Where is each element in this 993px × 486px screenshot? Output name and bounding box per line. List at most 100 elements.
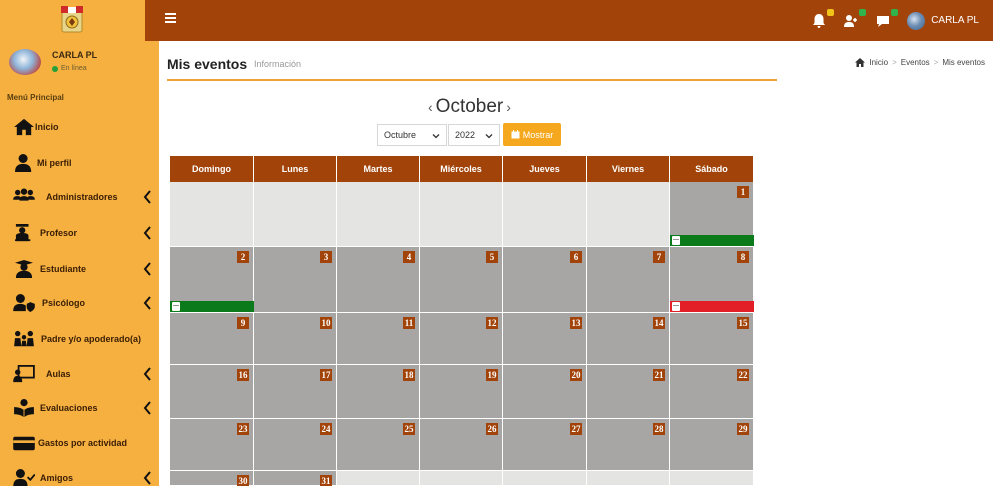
- day-number: 25: [403, 423, 415, 435]
- calendar-day-cell[interactable]: 24: [254, 419, 337, 471]
- sidebar-item-administradores[interactable]: Administradores: [0, 182, 159, 212]
- day-number: 26: [486, 423, 498, 435]
- show-button-label: Mostrar: [522, 129, 554, 140]
- day-number: 9: [237, 317, 249, 329]
- day-number: 7: [653, 251, 665, 263]
- calendar-day-cell[interactable]: 12: [420, 313, 503, 365]
- sidebar-item-amigos[interactable]: Amigos: [0, 463, 159, 486]
- menu-header: Menú Principal: [7, 93, 64, 102]
- calendar-day-cell[interactable]: 6: [503, 247, 587, 313]
- calendar-day-cell[interactable]: 18: [337, 365, 420, 419]
- calendar-event-icon: [672, 236, 680, 245]
- messages-badge: [891, 8, 899, 16]
- calendar-day-cell[interactable]: 4: [337, 247, 420, 313]
- weekday-header: Domingo: [170, 156, 254, 182]
- family-icon: [12, 329, 36, 349]
- month-select[interactable]: Octubre: [377, 124, 447, 146]
- day-number: 15: [737, 317, 749, 329]
- calendar-day-cell[interactable]: 15: [670, 313, 754, 365]
- calendar-day-cell[interactable]: 7: [587, 247, 670, 313]
- calendar-day-cell[interactable]: 8: [670, 247, 754, 313]
- event-bar[interactable]: [170, 301, 254, 312]
- prev-month-button[interactable]: ‹: [428, 99, 433, 115]
- day-number: 19: [486, 369, 498, 381]
- calendar-day-cell[interactable]: 26: [420, 419, 503, 471]
- next-month-button[interactable]: ›: [506, 99, 511, 115]
- sidebar-item-label: Evaluaciones: [40, 403, 98, 413]
- hamburger-menu-icon[interactable]: [165, 13, 176, 23]
- breadcrumb-inicio[interactable]: Inicio: [869, 58, 888, 67]
- logo-area[interactable]: [0, 0, 145, 41]
- sidebar-item-mi-perfil[interactable]: Mi perfil: [0, 148, 159, 178]
- calendar-day-cell[interactable]: 22: [670, 365, 754, 419]
- sidebar-item-gastos[interactable]: Gastos por actividad: [0, 428, 159, 458]
- weekday-header: Sábado: [670, 156, 754, 182]
- event-bar[interactable]: [670, 301, 754, 312]
- calendar-day-cell[interactable]: 9: [170, 313, 254, 365]
- calendar-day-cell[interactable]: 3: [254, 247, 337, 313]
- calendar-day-cell[interactable]: 2: [170, 247, 254, 313]
- day-number: 21: [653, 369, 665, 381]
- day-number: 24: [320, 423, 332, 435]
- sidebar-item-padre-apoderado[interactable]: Padre y/o apoderado(a): [0, 324, 159, 354]
- top-navbar: CARLA PL: [0, 0, 993, 41]
- month-title: October: [435, 96, 504, 117]
- sidebar-user-panel[interactable]: CARLA PL En línea: [0, 41, 159, 83]
- calendar-day-cell[interactable]: 11: [337, 313, 420, 365]
- calendar-day-cell[interactable]: 14: [587, 313, 670, 365]
- calendar-day-cell[interactable]: 10: [254, 313, 337, 365]
- sidebar-item-aulas[interactable]: Aulas: [0, 359, 159, 389]
- day-number: 27: [570, 423, 582, 435]
- calendar-day-cell[interactable]: 21: [587, 365, 670, 419]
- calendar-day-cell[interactable]: 31: [254, 471, 337, 486]
- calendar-day-cell[interactable]: 13: [503, 313, 587, 365]
- calendar-day-cell[interactable]: 29: [670, 419, 754, 471]
- sidebar-item-inicio[interactable]: Inicio: [0, 112, 159, 142]
- sidebar-item-label: Mi perfil: [37, 158, 72, 168]
- day-number: 8: [737, 251, 749, 263]
- event-bar[interactable]: [670, 235, 754, 246]
- friend-requests-badge: [859, 8, 867, 16]
- calendar-day-cell[interactable]: 5: [420, 247, 503, 313]
- calendar-day-cell[interactable]: 20: [503, 365, 587, 419]
- school-crest-logo: [61, 6, 83, 33]
- breadcrumb-separator: >: [933, 58, 939, 67]
- notifications-bell-icon[interactable]: [811, 8, 835, 29]
- top-right-toolbar: CARLA PL: [811, 0, 979, 41]
- calendar-day-cell[interactable]: 27: [503, 419, 587, 471]
- calendar-day-cell[interactable]: 1: [670, 182, 754, 247]
- calendar-empty-cell: [587, 471, 670, 486]
- friend-requests-icon[interactable]: [843, 8, 867, 29]
- calendar-day-cell[interactable]: 16: [170, 365, 254, 419]
- calendar-day-cell[interactable]: 17: [254, 365, 337, 419]
- sidebar-item-profesor[interactable]: Profesor: [0, 218, 159, 248]
- calendar-day-cell[interactable]: 30: [170, 471, 254, 486]
- sidebar-item-label: Administradores: [46, 192, 118, 202]
- chevron-left-icon: [143, 367, 152, 381]
- calendar-empty-cell: [420, 182, 503, 247]
- chevron-down-icon: [432, 134, 440, 139]
- calendar-empty-cell: [503, 182, 587, 247]
- messages-icon[interactable]: [875, 8, 899, 29]
- sidebar-item-label: Estudiante: [40, 264, 87, 274]
- sidebar-item-label: Profesor: [40, 228, 78, 238]
- calendar-day-cell[interactable]: 25: [337, 419, 420, 471]
- sidebar-item-estudiante[interactable]: Estudiante: [0, 254, 159, 284]
- chevron-left-icon: [143, 401, 152, 415]
- month-select-value: Octubre: [384, 130, 417, 140]
- day-number: 18: [403, 369, 415, 381]
- user-name-top: CARLA PL: [931, 15, 979, 26]
- user-menu[interactable]: CARLA PL: [907, 11, 979, 30]
- show-button[interactable]: Mostrar: [503, 123, 561, 146]
- calendar-empty-cell: [337, 471, 420, 486]
- calendar-day-cell[interactable]: 28: [587, 419, 670, 471]
- sidebar-item-evaluaciones[interactable]: Evaluaciones: [0, 393, 159, 423]
- online-status: En línea: [52, 65, 87, 72]
- day-number: 11: [403, 317, 415, 329]
- sidebar-item-psicologo[interactable]: Psicólogo: [0, 288, 159, 318]
- breadcrumb-eventos[interactable]: Eventos: [901, 58, 930, 67]
- calendar-day-cell[interactable]: 23: [170, 419, 254, 471]
- sidebar-item-label: Inicio: [35, 122, 59, 132]
- year-select[interactable]: 2022: [448, 124, 500, 146]
- calendar-day-cell[interactable]: 19: [420, 365, 503, 419]
